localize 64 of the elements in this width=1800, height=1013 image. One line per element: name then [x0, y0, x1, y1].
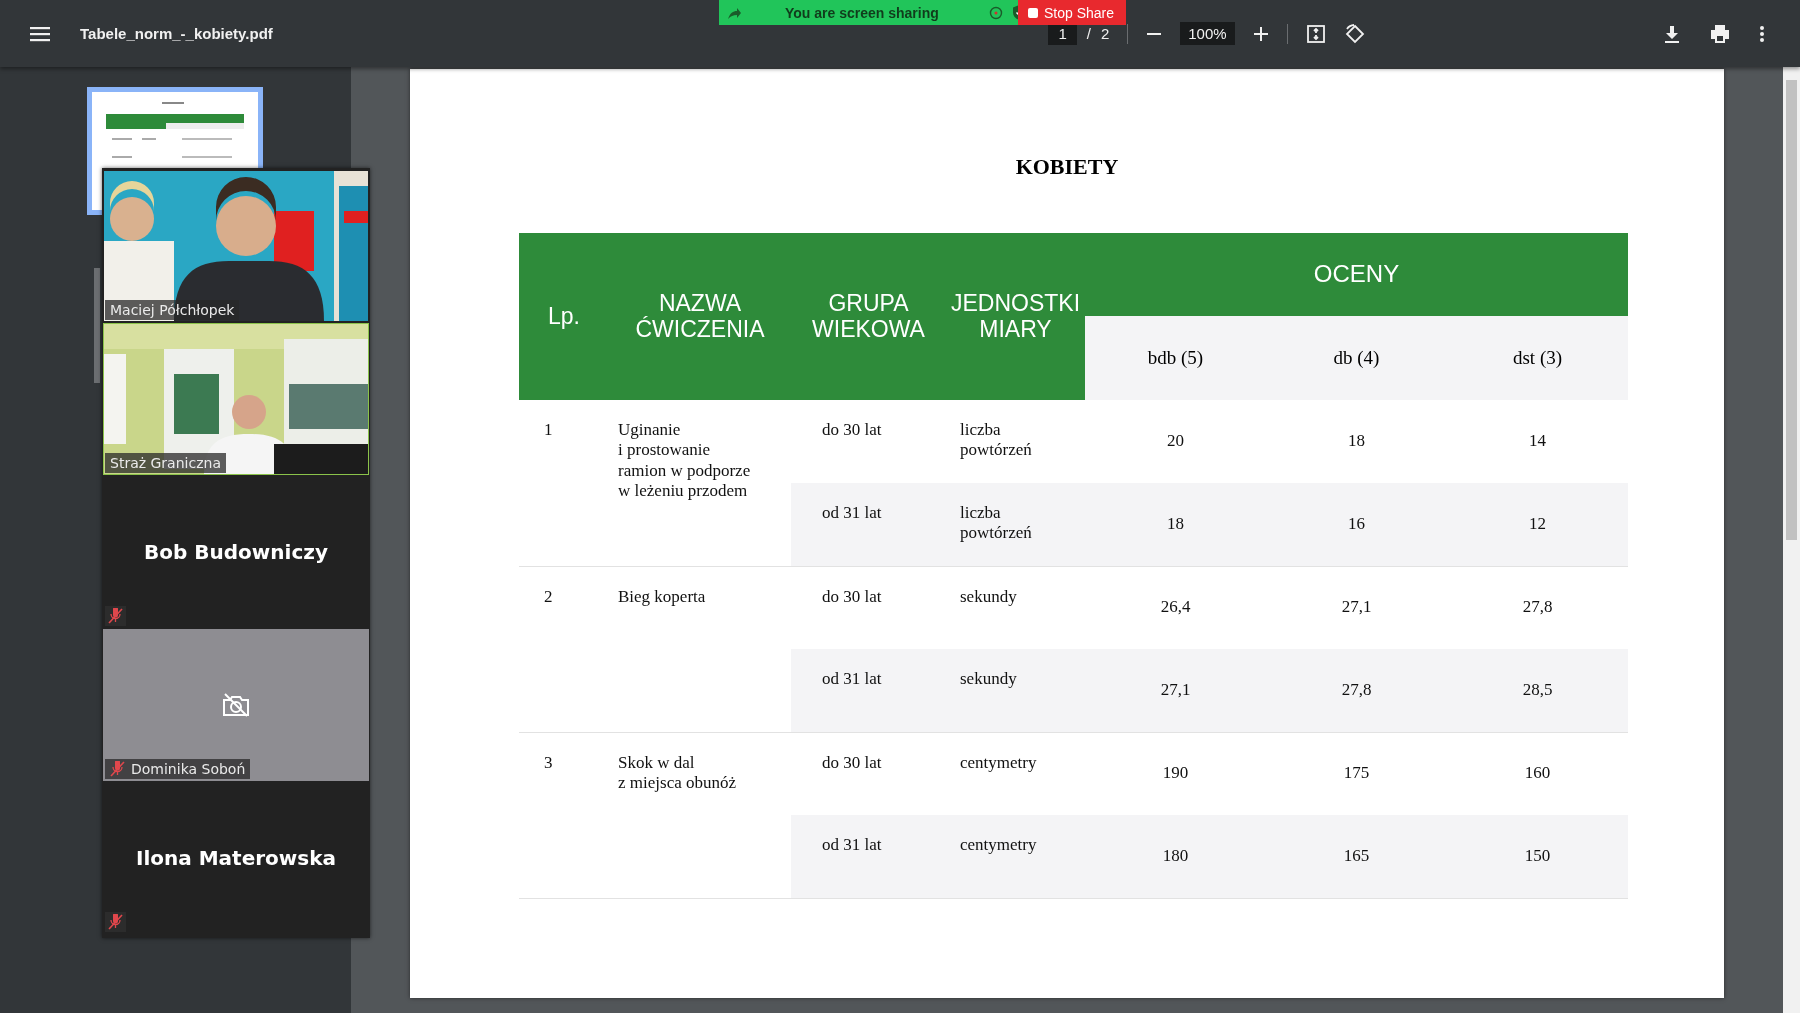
table-cell: centymetry: [946, 815, 1085, 898]
table-cell: 27,8: [1266, 649, 1447, 732]
table-cell: 1: [519, 400, 609, 566]
participant-name: Bob Budowniczy: [144, 540, 328, 564]
rotate-icon[interactable]: [1343, 22, 1366, 45]
file-name: Tabele_norm_-_kobiety.pdf: [80, 25, 273, 42]
table-cell: do 30 lat: [791, 400, 946, 483]
table-cell: 160: [1447, 732, 1629, 815]
table-cell: 175: [1266, 732, 1447, 815]
scrollbar[interactable]: [1783, 67, 1800, 1013]
table-cell: 190: [1085, 732, 1266, 815]
participant-name: Ilona Materowska: [135, 846, 336, 870]
table-cell: 27,1: [1085, 649, 1266, 732]
table-cell: 3: [519, 732, 609, 898]
table-cell: 14: [1447, 400, 1629, 483]
table-cell: 20: [1085, 400, 1266, 483]
table-cell: 27,8: [1447, 566, 1629, 649]
table-cell: 26,4: [1085, 566, 1266, 649]
table-cell: 165: [1266, 815, 1447, 898]
table-cell: 12: [1447, 483, 1629, 566]
table-cell: od 31 lat: [791, 815, 946, 898]
column-header: db (4): [1266, 316, 1447, 400]
table-cell: liczba powtórzeń: [946, 483, 1085, 566]
table-cell: sekundy: [946, 566, 1085, 649]
column-header: bdb (5): [1085, 316, 1266, 400]
column-header: NAZWA ĆWICZENIA: [609, 233, 791, 400]
table-cell: 2: [519, 566, 609, 732]
banner-text: You are screen sharing: [785, 4, 939, 21]
table-cell: centymetry: [946, 732, 1085, 815]
table-cell: od 31 lat: [791, 649, 946, 732]
column-header: dst (3): [1447, 316, 1629, 400]
table-cell: 18: [1266, 400, 1447, 483]
info-icon[interactable]: [988, 5, 1003, 20]
participant-name: Straż Graniczna: [110, 455, 221, 471]
column-header: GRUPA WIEKOWA: [791, 233, 946, 400]
participant-name: Maciej Półchłopek: [110, 302, 235, 318]
zoom-field[interactable]: 100%: [1180, 22, 1235, 45]
table-cell: 16: [1266, 483, 1447, 566]
table-cell: sekundy: [946, 649, 1085, 732]
table-cell: 18: [1085, 483, 1266, 566]
table-cell: 28,5: [1447, 649, 1629, 732]
page-total: 2: [1100, 25, 1110, 42]
column-header: Lp.: [519, 233, 609, 400]
document-title: KOBIETY: [1014, 153, 1120, 181]
print-icon[interactable]: [1710, 24, 1730, 43]
column-header: JEDNOSTKI MIARY: [946, 233, 1085, 400]
page-separator: /: [1086, 25, 1091, 42]
table-cell: liczba powtórzeń: [946, 400, 1085, 483]
download-icon[interactable]: [1664, 24, 1680, 43]
table-cell: 27,1: [1266, 566, 1447, 649]
participant-name: Dominika Soboń: [131, 761, 246, 777]
more-icon[interactable]: [1760, 25, 1764, 42]
menu-icon[interactable]: [30, 25, 50, 42]
zoom-in-icon[interactable]: [1252, 25, 1269, 42]
table-cell: do 30 lat: [791, 566, 946, 649]
sidebar-scrollbar[interactable]: [94, 268, 100, 383]
camera-off-icon: [222, 693, 250, 717]
table-cell: 150: [1447, 815, 1629, 898]
stop-share-button[interactable]: Stop Share: [1018, 0, 1127, 25]
column-header: OCENY: [1085, 233, 1629, 316]
fit-page-icon[interactable]: [1305, 23, 1326, 44]
table-cell: do 30 lat: [791, 732, 946, 815]
table-cell: od 31 lat: [791, 483, 946, 566]
table-cell: 180: [1085, 815, 1266, 898]
